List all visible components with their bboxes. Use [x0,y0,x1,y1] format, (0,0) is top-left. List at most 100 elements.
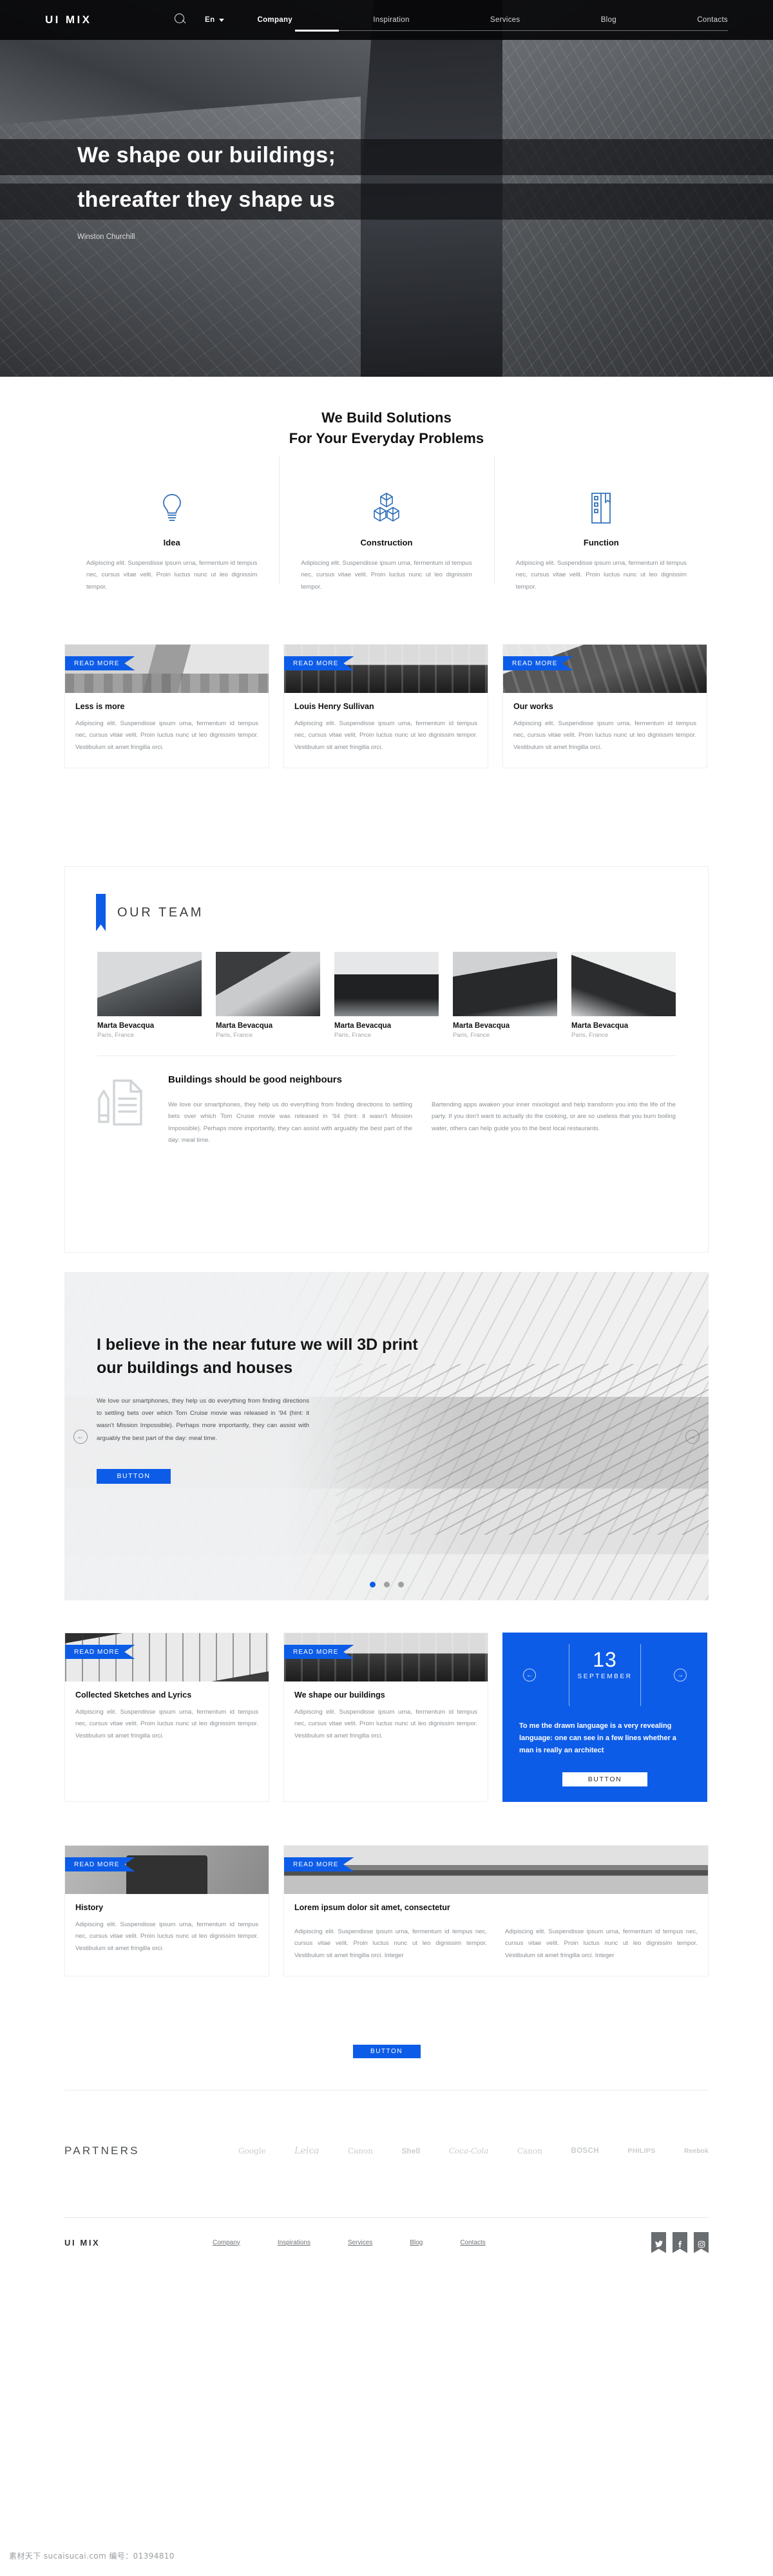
solution-name: Idea [163,537,180,547]
card-text-col-1: Adipiscing elit. Suspendisse ipsum urna,… [294,1928,487,1959]
solutions-section: We Build Solutions For Your Everyday Pro… [0,377,773,644]
footer-link-inspirations[interactable]: Inspirations [278,2239,310,2246]
article-card[interactable]: READ MORE Our works Adipiscing elit. Sus… [502,644,707,769]
partner-logo-canon-2[interactable]: Canon [517,2146,542,2155]
card-image: READ MORE [284,645,488,693]
card-text: Adipiscing elit. Suspendisse ipsum urna,… [75,1921,258,1952]
card-image: READ MORE [284,1846,708,1894]
quote-button[interactable]: BUTTON [562,1772,647,1786]
read-more-ribbon[interactable]: READ MORE [284,656,354,670]
slider-title: I believe in the near future we will 3D … [97,1336,418,1377]
nav-item-company[interactable]: Company [258,16,293,24]
slider-dots [64,1582,709,1587]
partner-logo-canon[interactable]: Canon [348,2146,373,2155]
avatar [334,952,439,1016]
partner-logo-leica[interactable]: Leica [294,2146,319,2156]
team-section: OUR TEAM Marta Bevacqua Paris, France Ma… [64,866,709,1253]
chevron-down-icon [218,18,224,22]
language-label: En [205,16,215,24]
load-more-button[interactable]: BUTTON [352,2045,421,2058]
cubes-icon [301,488,472,529]
article-card[interactable]: READ MORE History Adipiscing elit. Suspe… [64,1845,269,1977]
partner-logo-cocacola[interactable]: Coca-Cola [449,2146,489,2155]
footer-logo[interactable]: UI MIX [64,2238,213,2248]
solution-text: Adipiscing elit. Suspendisse ipsum urna,… [515,559,687,591]
team-member[interactable]: Marta Bevacqua Paris, France [453,952,557,1039]
instagram-icon[interactable] [694,2231,709,2253]
nav-item-contacts[interactable]: Contacts [697,16,728,24]
date-month: SEPTEMBER [577,1673,633,1680]
neighbours-block: Buildings should be good neighbours We l… [65,1056,708,1147]
arrow-right-icon[interactable]: → [685,1430,700,1444]
slider-dot-1[interactable] [369,1582,376,1587]
arrow-left-icon[interactable]: ← [73,1430,88,1444]
document-pencil-icon [97,1074,168,1147]
solutions-title-line2: For Your Everyday Problems [289,430,484,446]
divider [64,2217,709,2218]
solution-item-construction: Construction Adipiscing elit. Suspendiss… [279,456,493,593]
nav-item-blog[interactable]: Blog [601,16,616,24]
footer-link-blog[interactable]: Blog [410,2239,423,2246]
top-navigation-bar: UI MIX En Company Inspiration Services B… [0,0,773,40]
slider-dot-2[interactable] [383,1582,390,1587]
article-card[interactable]: READ MORE Less is more Adipiscing elit. … [64,644,269,769]
read-more-ribbon[interactable]: READ MORE [503,656,573,670]
article-card[interactable]: READ MORE We shape our buildings Adipisc… [283,1633,488,1802]
card-title: Lorem ipsum dolor sit amet, consectetur [294,1903,450,1912]
facebook-icon[interactable] [673,2231,687,2253]
twitter-icon[interactable] [651,2231,666,2253]
member-name: Marta Bevacqua [453,1022,510,1030]
read-more-ribbon[interactable]: READ MORE [284,1857,354,1871]
partner-logo-shell[interactable]: Shell [401,2146,420,2155]
footer-link-contacts[interactable]: Contacts [460,2239,485,2246]
avatar [97,952,202,1016]
read-more-ribbon[interactable]: READ MORE [65,1645,135,1659]
footer: UI MIX Company Inspirations Services Blo… [64,2228,709,2257]
read-more-ribbon[interactable]: READ MORE [65,656,135,670]
solution-item-function: Function Adipiscing elit. Suspendisse ip… [493,456,709,593]
partner-logo-philips[interactable]: PHILIPS [628,2147,656,2155]
footer-link-services[interactable]: Services [348,2239,372,2246]
site-logo[interactable]: UI MIX [45,14,174,26]
article-card[interactable]: READ MORE Louis Henry Sullivan Adipiscin… [283,644,488,769]
slider-text: We love our smartphones, they help us do… [97,1397,309,1442]
articles-row-2: READ MORE Collected Sketches and Lyrics … [64,1633,709,1802]
building-icon [516,488,687,529]
neighbours-title: Buildings should be good neighbours [168,1074,342,1085]
partner-logos: Google Leica Canon Shell Coca-Cola Canon… [238,2146,709,2156]
arrow-left-icon[interactable]: ← [523,1669,536,1681]
partner-logo-google[interactable]: Google [238,2146,266,2155]
team-member[interactable]: Marta Bevacqua Paris, France [97,952,202,1039]
lightbulb-icon [86,488,257,529]
card-image: READ MORE [284,1633,488,1681]
member-location: Paris, France [571,1032,609,1039]
slider-button[interactable]: BUTTON [97,1468,171,1484]
slider-dot-3[interactable] [397,1582,404,1587]
article-card[interactable]: READ MORE Collected Sketches and Lyrics … [64,1633,269,1802]
partners-label: PARTNERS [64,2145,140,2157]
card-image: READ MORE [503,645,707,693]
hero-author: Winston Churchill [77,233,135,241]
arrow-right-icon[interactable]: → [674,1669,687,1681]
member-location: Paris, France [97,1032,135,1039]
nav-item-inspiration[interactable]: Inspiration [373,16,409,24]
nav-item-services[interactable]: Services [490,16,520,24]
partner-logo-reebok[interactable]: Reebok [684,2147,709,2155]
partner-logo-bosch[interactable]: BOSCH [571,2147,599,2155]
search-icon[interactable] [174,13,188,27]
team-member[interactable]: Marta Bevacqua Paris, France [571,952,676,1039]
read-more-ribbon[interactable]: READ MORE [284,1645,354,1659]
article-card-wide[interactable]: READ MORE Lorem ipsum dolor sit amet, co… [283,1845,709,1977]
solution-item-idea: Idea Adipiscing elit. Suspendisse ipsum … [64,488,279,593]
solution-name: Construction [360,537,413,547]
card-text: Adipiscing elit. Suspendisse ipsum urna,… [294,1709,477,1739]
quote-date-card: ← 13 SEPTEMBER → To me the drawn languag… [502,1633,707,1802]
team-member[interactable]: Marta Bevacqua Paris, France [334,952,439,1039]
footer-link-company[interactable]: Company [213,2239,240,2246]
read-more-ribbon[interactable]: READ MORE [65,1857,135,1871]
hero-headline-line1: We shape our buildings; [77,143,336,167]
team-member[interactable]: Marta Bevacqua Paris, France [216,952,320,1039]
language-selector[interactable]: En [205,16,224,24]
member-location: Paris, France [453,1032,490,1039]
card-image: READ MORE [65,1846,269,1894]
